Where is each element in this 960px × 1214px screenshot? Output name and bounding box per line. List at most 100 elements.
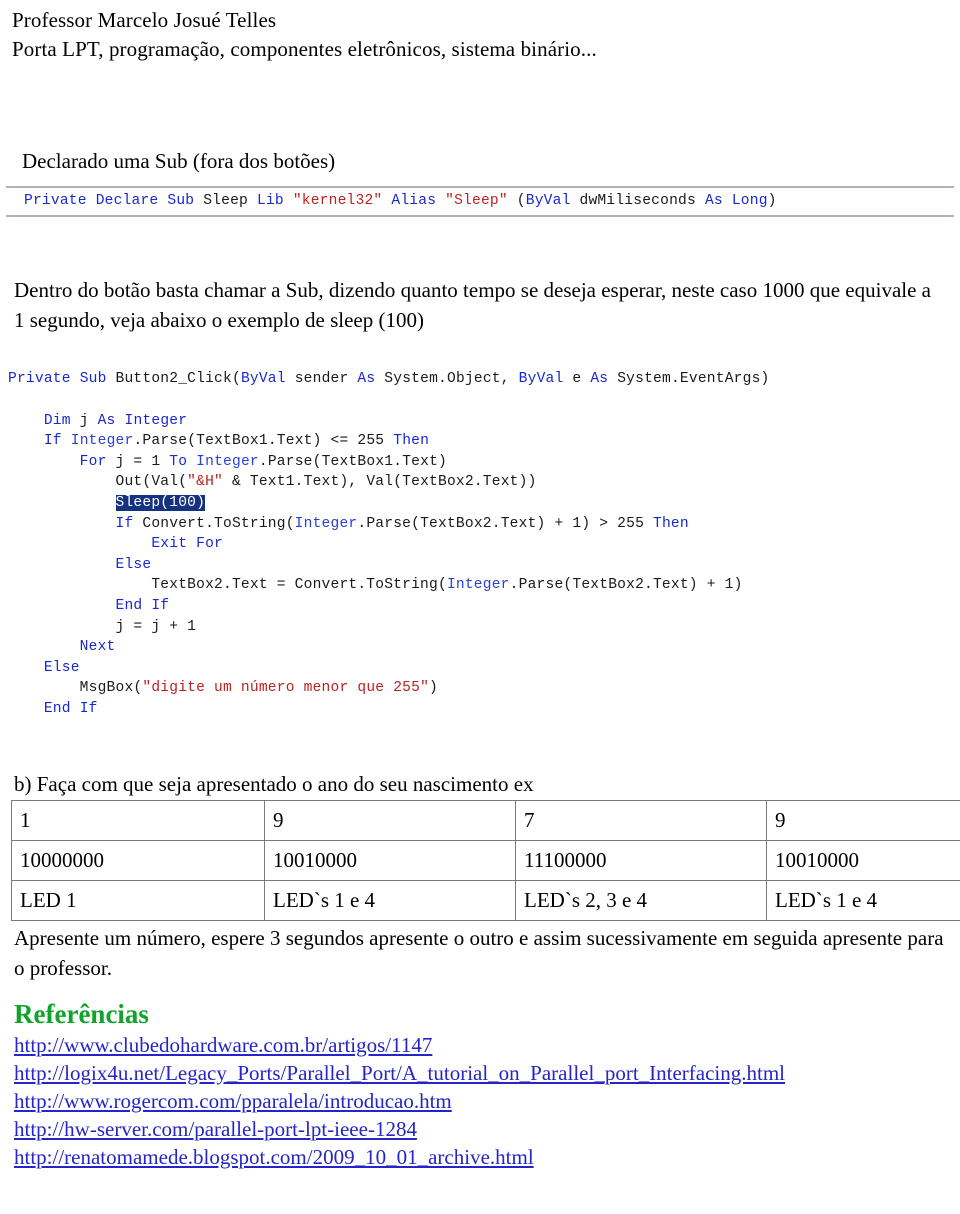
code-token: If [151,597,170,614]
table-cell: 7 [515,799,767,841]
code-token: If [43,433,62,450]
code-token: End [115,597,143,614]
code-token: Button2_Click( [106,371,241,388]
code-token: System.EventArgs) [608,371,770,388]
code-token: If [79,700,98,717]
reference-link[interactable]: http://hw-server.com/parallel-port-lpt-i… [14,1115,946,1143]
table-row: LED 1 LED`s 1 e 4 LED`s 2, 3 e 4 LED`s 1 e … [11,879,960,921]
table-cell: 10010000 [766,839,960,881]
code-line: j = j + 1 [8,617,960,638]
code-line: Dim j As Integer [8,411,960,432]
code-token: As [357,371,376,388]
code-token: ) [429,680,439,697]
code-token: Sub [79,371,107,388]
code-token: To [169,453,188,470]
code-token: e [563,371,591,388]
declare-sub-intro: Declarado uma Sub (fora dos botões) [22,149,336,173]
references-list: http://www.clubedohardware.com.br/artigo… [0,1031,960,1171]
table-cell: 10010000 [264,839,516,881]
code-token: .Parse(TextBox2.Text) + 1) [509,577,743,594]
table-cell: LED 1 [11,879,265,921]
code-token: ByVal [240,371,286,388]
code-token: End [43,700,71,717]
code-token: Declare [95,193,159,209]
declare-sub-code-line: Private Declare Sub Sleep Lib "kernel32"… [6,191,954,211]
code-token: For [196,536,224,553]
reference-link[interactable]: http://renatomamede.blogspot.com/2009_10… [14,1143,946,1171]
code-token: j [70,412,98,429]
code-token: Else [43,659,80,676]
code-token: TextBox2.Text = Convert.ToString( [151,577,447,594]
binary-year-table: 1 9 7 9 10000000 10010000 11100000 10010000 LED … [11,799,960,921]
code-token: "digite um número menor que 255" [142,680,430,697]
code-line: If Convert.ToString(Integer.Parse(TextBo… [8,514,960,535]
code-token: j = j + 1 [115,618,197,635]
code-line: TextBox2.Text = Convert.ToString(Integer… [8,575,960,596]
code-line: End If [8,596,960,617]
code-line: Out(Val("&H" & Text1.Text), Val(TextBox2… [8,472,960,493]
code-line: If Integer.Parse(TextBox1.Text) <= 255 T… [8,431,960,452]
code-token: Out(Val( [115,474,188,491]
code-line: MsgBox("digite um número menor que 255") [8,678,960,699]
document-page: Professor Marcelo Josué Telles Porta LPT… [0,0,960,1214]
code-token: .Parse(TextBox1.Text) <= 255 [133,433,394,450]
code-token: sender [285,371,358,388]
reference-link[interactable]: http://logix4u.net/Legacy_Ports/Parallel… [14,1059,946,1087]
code-token: ByVal [518,371,564,388]
code-token: Private [8,371,71,388]
code-line: End If [8,699,960,720]
code-token: Sub [167,193,195,209]
code-token: Sleep [194,193,257,209]
exercise-b-note: Apresente um número, espere 3 segundos a… [14,925,944,980]
code-token: Private [24,193,87,209]
code-token: Integer [70,433,134,450]
table-cell: LED`s 2, 3 e 4 [515,879,767,921]
code-token: "&H" [187,474,224,491]
declare-sub-code-box: Private Declare Sub Sleep Lib "kernel32"… [6,186,954,218]
table-row: 1979 [11,799,960,841]
code-token: j = 1 [106,453,170,470]
button2-click-code-block: Private Sub Button2_Click(ByVal sender A… [0,369,960,719]
code-token: Alias [391,193,437,209]
reference-link[interactable]: http://www.clubedohardware.com.br/artigo… [14,1031,946,1059]
code-token: "kernel32" [292,193,383,209]
code-token: ) [767,193,777,209]
code-token: Next [79,639,116,656]
code-token: Integer [446,577,510,594]
table-cell: 1 [11,799,265,841]
author-name: Professor Marcelo Josué Telles [12,8,277,32]
code-token: Then [393,433,430,450]
code-token: MsgBox( [79,680,143,697]
code-token: Else [115,556,152,573]
code-token: Lib [256,193,284,209]
code-line: Else [8,555,960,576]
code-token: As [97,412,116,429]
references-heading: Referências [14,998,149,1029]
table-row: 10000000 10010000 11100000 10010000 [11,839,960,881]
code-token: If [115,515,134,532]
table-cell: LED`s 1 e 4 [264,879,516,921]
code-line: Next [8,637,960,658]
reference-link[interactable]: http://www.rogercom.com/pparalela/introd… [14,1087,946,1115]
